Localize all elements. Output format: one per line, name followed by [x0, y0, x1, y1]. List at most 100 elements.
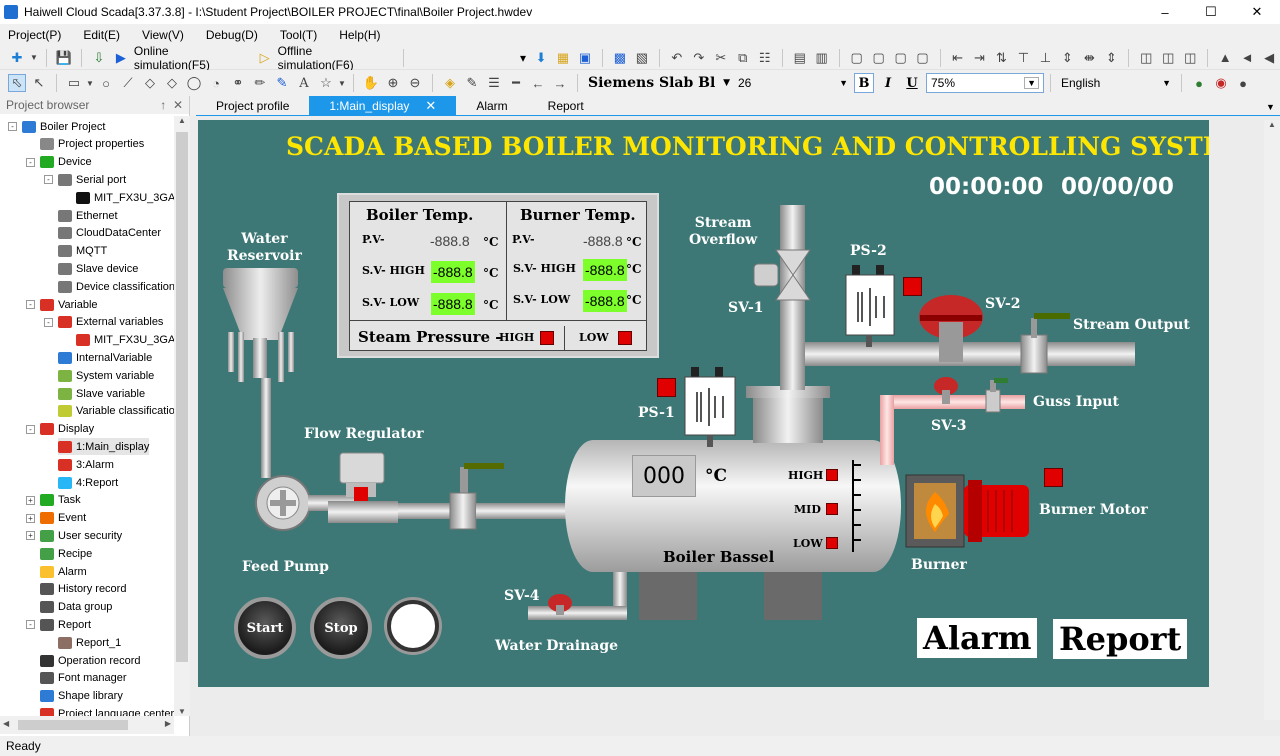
- toolbar-combo[interactable]: ▾: [410, 48, 530, 68]
- fill-color-icon[interactable]: ◈: [441, 74, 459, 92]
- online-simulation-button[interactable]: Online simulation(F5): [134, 44, 248, 72]
- line-icon[interactable]: ⟋: [119, 74, 137, 92]
- bring-front-icon[interactable]: ▢: [848, 49, 866, 67]
- tabs-dropdown-icon[interactable]: ▼: [1266, 102, 1280, 116]
- tree-item[interactable]: Device: [40, 154, 92, 171]
- tree-item[interactable]: Data group: [40, 599, 112, 616]
- line-style-icon[interactable]: ━: [507, 74, 525, 92]
- report-button[interactable]: Report: [1053, 619, 1188, 659]
- redo-icon[interactable]: ↷: [690, 49, 708, 67]
- zoom-out-icon[interactable]: ⊖: [406, 74, 424, 92]
- polygon-icon[interactable]: ◇: [163, 74, 181, 92]
- tree-item[interactable]: Font manager: [40, 670, 126, 687]
- backward-icon[interactable]: ▢: [914, 49, 932, 67]
- tree-item[interactable]: Device classification: [58, 278, 174, 295]
- tab-alarm[interactable]: Alarm: [456, 96, 527, 116]
- flip-h-icon[interactable]: ▲: [1216, 49, 1234, 67]
- run-icon[interactable]: ●: [1190, 74, 1208, 92]
- close-button[interactable]: ✕: [1234, 0, 1280, 24]
- burner-sv-low-value[interactable]: -888.8: [583, 290, 627, 312]
- tree-item[interactable]: Project language center: [40, 705, 174, 716]
- undo-icon[interactable]: ↶: [668, 49, 686, 67]
- tree-item[interactable]: User security: [40, 527, 122, 544]
- distribute-v-icon[interactable]: ⇕: [1102, 49, 1120, 67]
- rotate-icon[interactable]: ◀: [1260, 49, 1278, 67]
- send-back-icon[interactable]: ▢: [870, 49, 888, 67]
- tab-project-profile[interactable]: Project profile: [196, 96, 309, 116]
- offline-simulation-button[interactable]: Offline simulation(F6): [278, 44, 392, 72]
- scroll-up-icon[interactable]: ▲: [174, 116, 190, 125]
- underline-button[interactable]: U: [902, 73, 922, 93]
- tree-item[interactable]: CloudDataCenter: [58, 225, 161, 242]
- tree-item[interactable]: Event: [40, 510, 86, 527]
- add-icon[interactable]: ✚: [8, 49, 26, 67]
- tree-item[interactable]: 1:Main_display: [58, 438, 150, 456]
- tree-expander-icon[interactable]: -: [44, 175, 53, 185]
- pin-icon[interactable]: ↑: [160, 98, 166, 112]
- play-icon[interactable]: ▶: [112, 49, 130, 67]
- language-select[interactable]: English ▼: [1057, 73, 1175, 93]
- align-left-icon[interactable]: ⇤: [949, 49, 967, 67]
- line-width-icon[interactable]: ☰: [485, 74, 503, 92]
- dropdown-icon[interactable]: ▼: [30, 49, 38, 67]
- scroll-right-icon[interactable]: ▶: [165, 719, 171, 728]
- stop-button[interactable]: Stop: [310, 597, 372, 659]
- maximize-button[interactable]: ☐: [1188, 0, 1234, 24]
- tree-item[interactable]: History record: [40, 581, 126, 598]
- align-middle-icon[interactable]: ⇕: [1058, 49, 1076, 67]
- tree-item[interactable]: 4:Report: [58, 474, 118, 491]
- close-tab-icon[interactable]: ✕: [425, 98, 436, 114]
- cut-icon[interactable]: ✂: [712, 49, 730, 67]
- tree-item[interactable]: MQTT: [58, 243, 107, 260]
- tree-item[interactable]: Variable: [40, 296, 98, 313]
- start-button[interactable]: Start: [234, 597, 296, 659]
- tree-expander-icon[interactable]: -: [44, 317, 53, 327]
- scroll-down-icon[interactable]: ▼: [174, 707, 190, 716]
- tree-item[interactable]: System variable: [58, 367, 154, 384]
- editor-scroll-up-icon[interactable]: ▲: [1264, 120, 1280, 129]
- save-icon[interactable]: 💾: [55, 49, 73, 67]
- tree-item[interactable]: Task: [40, 492, 81, 509]
- record-icon[interactable]: ◉: [1212, 74, 1230, 92]
- arc-icon[interactable]: ◔: [207, 74, 225, 92]
- menu-view[interactable]: View(V): [142, 28, 184, 42]
- ellipse-icon[interactable]: ◯: [185, 74, 203, 92]
- alarm-button[interactable]: Alarm: [917, 618, 1038, 658]
- tree-item[interactable]: Report: [40, 616, 91, 633]
- play-outline-icon[interactable]: ▷: [256, 49, 274, 67]
- tab-main-display[interactable]: 1:Main_display ✕: [309, 96, 457, 116]
- chevron-down-icon[interactable]: ▼: [86, 74, 94, 92]
- tree-item[interactable]: Operation record: [40, 652, 141, 669]
- arrow-end-icon[interactable]: →: [551, 74, 569, 92]
- tree-expander-icon[interactable]: -: [26, 157, 35, 167]
- tree-item[interactable]: InternalVariable: [58, 349, 152, 366]
- editor-vertical-scrollbar[interactable]: ▲: [1264, 120, 1280, 720]
- tab-report[interactable]: Report: [528, 96, 604, 116]
- tree-item[interactable]: Shape library: [40, 688, 123, 705]
- tree-item[interactable]: Slave variable: [58, 385, 145, 402]
- close-panel-icon[interactable]: ✕: [173, 98, 183, 112]
- star-icon[interactable]: ☆: [317, 74, 335, 92]
- bold-button[interactable]: B: [854, 73, 874, 93]
- tree-expander-icon[interactable]: -: [8, 122, 17, 131]
- tree-expander-icon[interactable]: -: [26, 620, 35, 630]
- network-icon[interactable]: ▣: [576, 49, 594, 67]
- pointer-icon[interactable]: ⬁: [8, 74, 26, 92]
- chevron-down-icon-2[interactable]: ▼: [338, 74, 346, 92]
- font-family-select[interactable]: Siemens Slab Bl ▼: [584, 73, 734, 93]
- tree-expander-icon[interactable]: -: [26, 424, 35, 434]
- align-center-icon[interactable]: ⇅: [992, 49, 1010, 67]
- tree-item[interactable]: Alarm: [40, 563, 87, 580]
- rectangle-icon[interactable]: ▭: [65, 74, 83, 92]
- monitor-icon[interactable]: ▩: [611, 49, 629, 67]
- tree-expander-icon[interactable]: -: [26, 300, 35, 309]
- scroll-left-icon[interactable]: ◀: [3, 719, 9, 728]
- tree-item[interactable]: MIT_FX3U_3GA: [76, 332, 174, 349]
- tree-item[interactable]: Display: [40, 421, 94, 438]
- tree-item[interactable]: Report_1: [58, 634, 121, 651]
- tree-item[interactable]: 3:Alarm: [58, 456, 114, 473]
- flip-v-icon[interactable]: ◄: [1238, 49, 1256, 67]
- tree-item[interactable]: External variables: [58, 314, 163, 331]
- line-color-icon[interactable]: ✎: [463, 74, 481, 92]
- hand-icon[interactable]: ✋: [362, 74, 380, 92]
